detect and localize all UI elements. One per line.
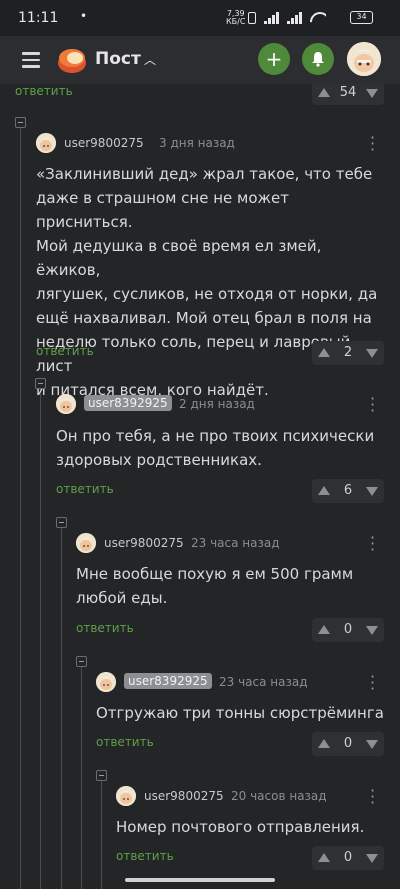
thread-line [20,118,21,889]
reply-link[interactable]: ответить [96,735,154,749]
reply-link[interactable]: ответить [56,482,114,496]
comment-time: 2 дня назад [179,397,255,411]
rating-value: 0 [343,850,353,865]
comment-text: Он про тебя, а не про твоих психически з… [56,427,375,469]
more-icon[interactable]: · · · [370,130,375,158]
chevron-up-icon[interactable]: ︿ [144,51,156,68]
more-icon[interactable]: · · · [370,391,375,419]
avatar-icon [76,533,96,553]
rating-control: 54 [312,84,384,105]
upvote-icon[interactable] [318,739,330,748]
reply-link[interactable]: ответить [15,84,73,98]
upvote-icon[interactable] [318,625,330,634]
thread-line [101,774,102,889]
network-speed: 7,39 КБ/С [226,9,246,26]
add-post-button[interactable]: + [258,43,290,75]
app-header: Пост ︿ + [0,36,400,84]
menu-icon[interactable] [22,52,40,68]
logo-icon[interactable] [56,44,88,76]
more-icon[interactable]: · · · [370,530,375,558]
signal-2-icon [287,12,302,24]
upvote-icon[interactable] [318,348,330,357]
battery-icon: 34 [350,11,373,24]
profile-avatar[interactable] [347,42,381,76]
notification-dot-icon: • [80,9,88,23]
thread-line [61,518,62,889]
comment-time: 3 дня назад [159,136,235,150]
downvote-icon[interactable] [366,740,378,749]
upvote-icon[interactable] [318,486,330,495]
comment-text: Мне вообще похую я ем 500 грамм любой ед… [76,565,354,607]
more-icon[interactable]: · · · [370,783,375,811]
collapse-button[interactable] [56,517,67,528]
rating-control: 6 [312,479,384,503]
avatar-icon [96,672,116,692]
rating-value: 0 [343,622,353,637]
downvote-icon[interactable] [366,487,378,496]
comment-author[interactable]: user9800275 [144,789,224,803]
comment-author[interactable]: user8392925 [124,673,212,689]
collapse-button[interactable] [76,656,87,667]
rating-control: 0 [312,846,384,870]
avatar[interactable] [116,786,136,806]
collapse-button[interactable] [15,117,26,128]
status-time: 11:11 [18,10,59,26]
avatar-icon [116,786,136,806]
comment-text: «Заклинивший дед» жрал такое, что тебе д… [36,165,378,399]
comment-author[interactable]: user9800275 [64,136,144,150]
thread-line [40,379,41,889]
rating-value: 2 [343,345,353,360]
avatar-icon [56,394,76,414]
reply-link[interactable]: ответить [36,344,94,358]
comment-author[interactable]: user8392925 [84,395,172,411]
plus-icon: + [265,47,283,71]
thread-line [81,662,82,889]
avatar[interactable] [96,672,116,692]
downvote-icon[interactable] [366,854,378,863]
comment-thread: ответить 54 user9800275 3 дня назад · · · … [0,84,400,889]
signal-icon [264,12,279,24]
notifications-button[interactable] [302,43,334,75]
rating-control: 0 [312,618,384,642]
avatar[interactable] [56,394,76,414]
page-title[interactable]: Пост [95,49,141,69]
comment-time: 23 часа назад [191,536,280,550]
comment-text: Отгружаю три тонны сюрстрёминга [96,704,384,722]
comment-text: Номер почтового отправления. [116,818,365,836]
downvote-icon[interactable] [366,626,378,635]
rating-control: 0 [312,732,384,756]
rating-value: 54 [339,85,357,100]
downvote-icon[interactable] [366,89,378,98]
avatar-icon [36,133,56,153]
upvote-icon[interactable] [318,853,330,862]
rating-value: 6 [343,483,353,498]
reply-link[interactable]: ответить [116,849,174,863]
rating-control: 2 [312,341,384,365]
avatar[interactable] [36,133,56,153]
status-icons [248,11,326,25]
avatar-icon [347,42,381,76]
avatar[interactable] [76,533,96,553]
status-bar: 11:11 • 7,39 КБ/С 34 [0,0,400,36]
comment-time: 23 часа назад [219,675,308,689]
bell-icon [312,52,324,67]
collapse-button[interactable] [96,770,107,781]
collapse-button[interactable] [35,378,46,389]
bluetooth-icon [248,12,256,24]
comment-time: 20 часов назад [231,789,327,803]
upvote-icon[interactable] [318,88,330,97]
reply-link[interactable]: ответить [76,621,134,635]
downvote-icon[interactable] [366,349,378,358]
wifi-icon [310,12,326,24]
more-icon[interactable]: · · · [370,669,375,697]
home-indicator[interactable] [125,878,275,882]
rating-value: 0 [343,736,353,751]
comment-author[interactable]: user9800275 [104,536,184,550]
